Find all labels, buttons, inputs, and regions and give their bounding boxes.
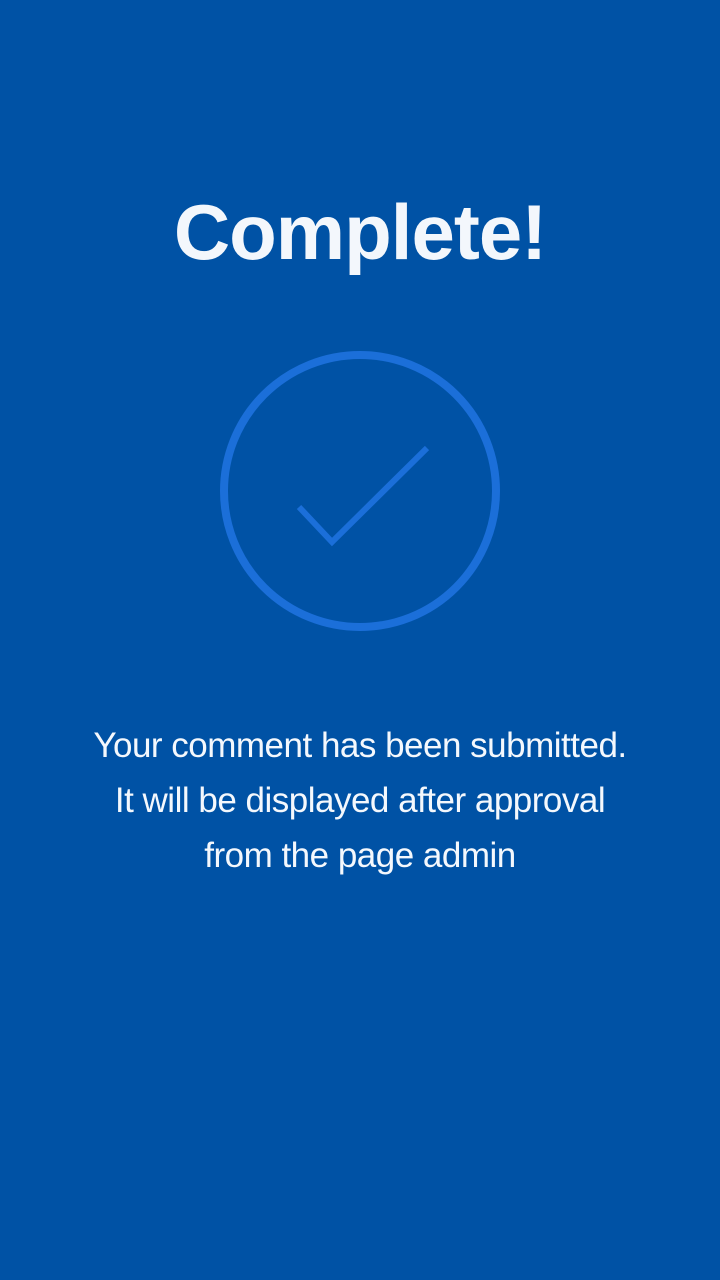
checkmark-circle-icon (218, 349, 502, 633)
submission-message: Your comment has been submitted. It will… (20, 718, 700, 883)
message-line: from the page admin (204, 836, 516, 875)
submission-complete-screen: Complete! Your comment has been submitte… (0, 0, 720, 1280)
page-title: Complete! (173, 188, 547, 276)
message-line: It will be displayed after approval (114, 781, 606, 820)
checkmark-circle-svg (220, 351, 500, 631)
check-circle-outline (220, 351, 500, 631)
checkmark-icon (296, 445, 430, 547)
message-line: Your comment has been submitted. (93, 726, 627, 765)
